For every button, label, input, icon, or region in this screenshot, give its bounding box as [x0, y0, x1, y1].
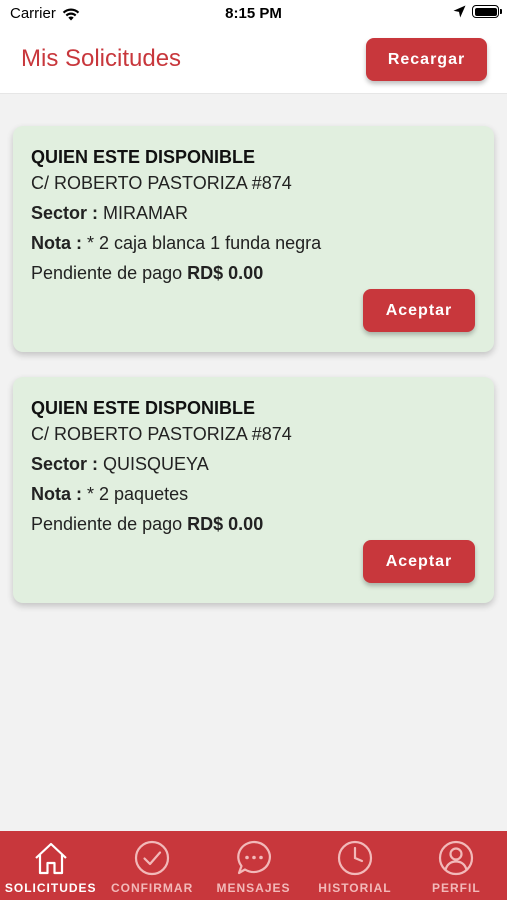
- sector-label: Sector :: [31, 454, 99, 474]
- status-right: [453, 5, 502, 18]
- tab-solicitudes[interactable]: SOLICITUDES: [0, 831, 101, 900]
- check-circle-icon: [135, 840, 170, 876]
- note-value: * 2 caja blanca 1 funda negra: [87, 233, 322, 253]
- amount-value: RD$ 0.00: [187, 514, 264, 534]
- chat-bubble-icon: [236, 840, 271, 875]
- battery-level: [474, 7, 497, 16]
- app-header: Mis Solicitudes Recargar: [0, 28, 507, 94]
- battery-icon: [472, 5, 502, 18]
- page-title: Mis Solicitudes: [21, 45, 182, 72]
- home-icon: [34, 842, 67, 875]
- location-arrow-icon: [453, 5, 466, 18]
- reload-button[interactable]: Recargar: [366, 38, 487, 81]
- amount-value: RD$ 0.00: [187, 263, 264, 283]
- tab-label: CONFIRMAR: [110, 881, 194, 895]
- tab-perfil[interactable]: PERFIL: [406, 831, 507, 900]
- request-sector: Sector : QUISQUEYA: [31, 449, 476, 479]
- request-sector: Sector : MIRAMAR: [31, 198, 476, 228]
- status-bar: Carrier 8:15 PM: [0, 0, 507, 28]
- request-name: QUIEN ESTE DISPONIBLE: [31, 398, 256, 418]
- note-label: Nota :: [31, 233, 82, 253]
- request-card: QUIEN ESTE DISPONIBLE C/ ROBERTO PASTORI…: [13, 126, 494, 352]
- user-icon: [439, 840, 474, 876]
- sector-value: QUISQUEYA: [103, 454, 209, 474]
- tab-confirmar[interactable]: CONFIRMAR: [101, 831, 202, 900]
- note-label: Nota :: [31, 484, 82, 504]
- pending-label: Pendiente de pago: [31, 514, 183, 534]
- tab-historial[interactable]: HISTORIAL: [304, 831, 405, 900]
- tab-label: HISTORIAL: [318, 881, 392, 895]
- accept-button[interactable]: Aceptar: [363, 540, 475, 583]
- request-address: C/ ROBERTO PASTORIZA #874: [31, 424, 292, 444]
- tab-label: PERFIL: [431, 881, 481, 895]
- accept-button[interactable]: Aceptar: [363, 289, 475, 332]
- note-value: * 2 paquetes: [87, 484, 189, 504]
- sector-label: Sector :: [31, 203, 99, 223]
- request-payment: Pendiente de pago RD$ 0.00: [31, 509, 476, 539]
- tab-label: SOLICITUDES: [4, 881, 97, 895]
- clock-icon: [337, 840, 373, 876]
- request-note: Nota : * 2 paquetes: [31, 479, 476, 509]
- request-address: C/ ROBERTO PASTORIZA #874: [31, 173, 292, 193]
- status-time: 8:15 PM: [225, 5, 282, 22]
- app-screen: Carrier 8:15 PM Mis Solicitudes Recargar…: [0, 0, 507, 900]
- pending-label: Pendiente de pago: [31, 263, 183, 283]
- request-note: Nota : * 2 caja blanca 1 funda negra: [31, 228, 476, 258]
- request-payment: Pendiente de pago RD$ 0.00: [31, 258, 476, 288]
- tab-mensajes[interactable]: MENSAJES: [203, 831, 304, 900]
- bottom-tab-bar: SOLICITUDES CONFIRMAR MENSAJES HISTORIAL…: [0, 831, 507, 900]
- sector-value: MIRAMAR: [103, 203, 189, 223]
- tab-label: MENSAJES: [216, 881, 291, 895]
- request-card: QUIEN ESTE DISPONIBLE C/ ROBERTO PASTORI…: [13, 377, 494, 603]
- request-name: QUIEN ESTE DISPONIBLE: [31, 147, 256, 167]
